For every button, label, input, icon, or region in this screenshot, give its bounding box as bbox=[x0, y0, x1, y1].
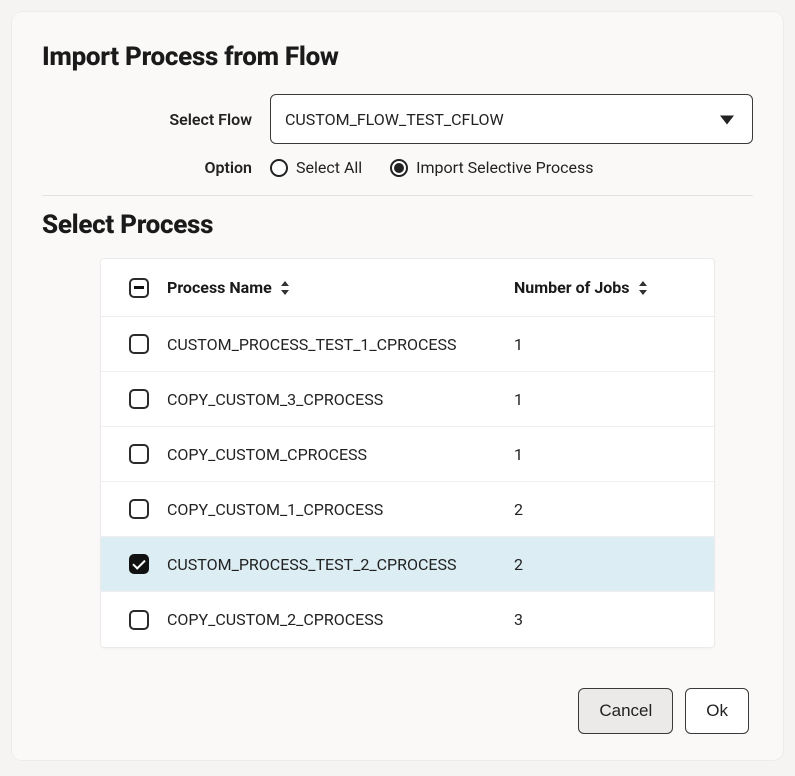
radio-import-selective[interactable]: Import Selective Process bbox=[390, 158, 593, 177]
table-row[interactable]: CUSTOM_PROCESS_TEST_1_CPROCESS1 bbox=[101, 317, 714, 372]
sort-icon bbox=[280, 281, 290, 295]
row-checkbox[interactable] bbox=[129, 499, 149, 519]
jobs-cell: 1 bbox=[514, 445, 704, 464]
radio-icon bbox=[390, 159, 408, 177]
option-row: Option Select All Import Selective Proce… bbox=[42, 158, 753, 177]
table-row[interactable]: COPY_CUSTOM_3_CPROCESS1 bbox=[101, 372, 714, 427]
table-row[interactable]: CUSTOM_PROCESS_TEST_2_CPROCESS2 bbox=[101, 537, 714, 592]
jobs-cell: 2 bbox=[514, 500, 704, 519]
table-body: CUSTOM_PROCESS_TEST_1_CPROCESS1COPY_CUST… bbox=[101, 317, 714, 647]
import-process-dialog: Import Process from Flow Select Flow CUS… bbox=[12, 12, 783, 760]
row-checkbox[interactable] bbox=[129, 554, 149, 574]
process-name-cell: COPY_CUSTOM_CPROCESS bbox=[167, 445, 514, 464]
col-process-name[interactable]: Process Name bbox=[167, 278, 514, 297]
section-title: Select Process bbox=[42, 210, 753, 240]
process-table: Process Name Number of Jobs CUSTOM_PROCE… bbox=[100, 258, 715, 648]
select-flow-value: CUSTOM_FLOW_TEST_CFLOW bbox=[285, 110, 504, 129]
cancel-button[interactable]: Cancel bbox=[578, 688, 673, 734]
table-row[interactable]: COPY_CUSTOM_CPROCESS1 bbox=[101, 427, 714, 482]
chevron-down-icon bbox=[720, 110, 734, 129]
option-label: Option bbox=[42, 158, 270, 177]
select-all-checkbox[interactable] bbox=[129, 278, 149, 298]
select-flow-row: Select Flow CUSTOM_FLOW_TEST_CFLOW bbox=[42, 94, 753, 144]
radio-label: Select All bbox=[296, 158, 362, 177]
col-number-of-jobs[interactable]: Number of Jobs bbox=[514, 278, 704, 297]
select-flow-label: Select Flow bbox=[42, 110, 270, 129]
process-name-cell: CUSTOM_PROCESS_TEST_1_CPROCESS bbox=[167, 335, 514, 354]
dialog-actions: Cancel Ok bbox=[578, 688, 749, 734]
row-checkbox[interactable] bbox=[129, 389, 149, 409]
radio-icon bbox=[270, 159, 288, 177]
radio-label: Import Selective Process bbox=[416, 158, 593, 177]
jobs-cell: 1 bbox=[514, 335, 704, 354]
row-checkbox[interactable] bbox=[129, 334, 149, 354]
jobs-cell: 3 bbox=[514, 610, 704, 629]
jobs-cell: 1 bbox=[514, 390, 704, 409]
dialog-title: Import Process from Flow bbox=[42, 42, 753, 72]
row-checkbox[interactable] bbox=[129, 610, 149, 630]
table-header: Process Name Number of Jobs bbox=[101, 259, 714, 317]
option-radio-group: Select All Import Selective Process bbox=[270, 158, 593, 177]
process-name-cell: COPY_CUSTOM_3_CPROCESS bbox=[167, 390, 514, 409]
table-row[interactable]: COPY_CUSTOM_2_CPROCESS3 bbox=[101, 592, 714, 647]
row-checkbox[interactable] bbox=[129, 444, 149, 464]
process-name-cell: COPY_CUSTOM_1_CPROCESS bbox=[167, 500, 514, 519]
divider bbox=[42, 195, 753, 196]
process-name-cell: COPY_CUSTOM_2_CPROCESS bbox=[167, 610, 514, 629]
select-flow-dropdown[interactable]: CUSTOM_FLOW_TEST_CFLOW bbox=[270, 94, 753, 144]
radio-select-all[interactable]: Select All bbox=[270, 158, 362, 177]
ok-button[interactable]: Ok bbox=[685, 688, 749, 734]
jobs-cell: 2 bbox=[514, 555, 704, 574]
sort-icon bbox=[638, 281, 648, 295]
table-row[interactable]: COPY_CUSTOM_1_CPROCESS2 bbox=[101, 482, 714, 537]
process-name-cell: CUSTOM_PROCESS_TEST_2_CPROCESS bbox=[167, 555, 514, 574]
